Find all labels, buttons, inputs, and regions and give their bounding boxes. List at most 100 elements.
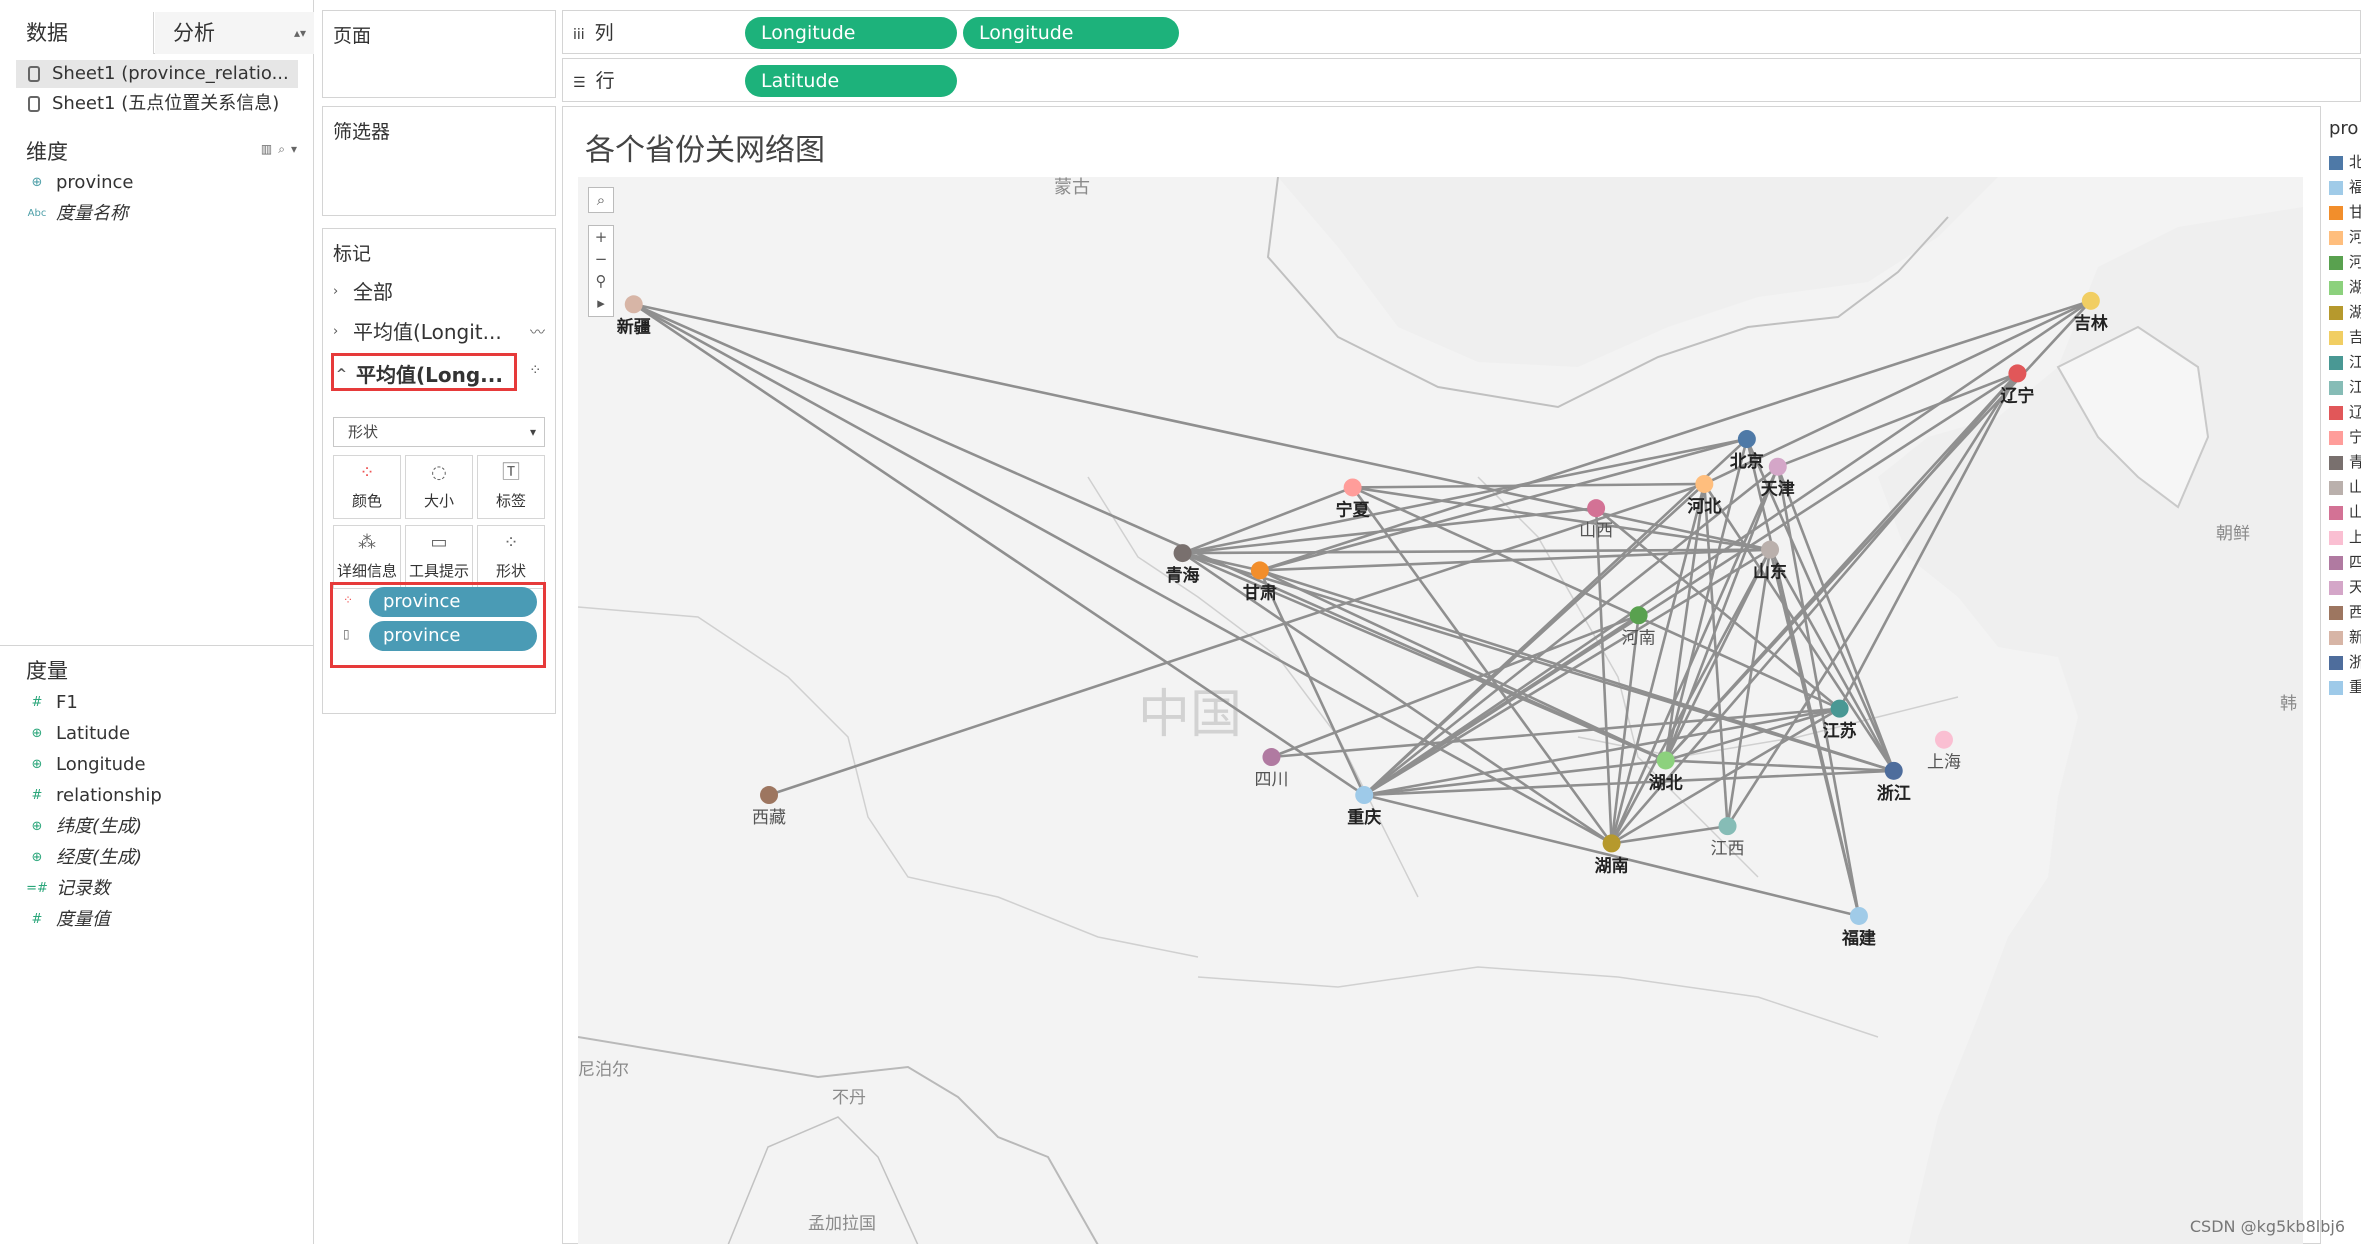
size-button[interactable]: ◌ 大小: [405, 455, 473, 519]
legend-item[interactable]: 重: [2329, 675, 2361, 700]
latitude-pill[interactable]: Latitude: [745, 65, 957, 97]
legend-item[interactable]: 河: [2329, 225, 2361, 250]
zoom-in-icon[interactable]: +: [589, 226, 613, 248]
province-node[interactable]: [1602, 834, 1621, 853]
legend-item[interactable]: 新: [2329, 625, 2361, 650]
legend-item[interactable]: 天: [2329, 575, 2361, 600]
pin-icon[interactable]: ⚲: [589, 270, 613, 292]
legend-item[interactable]: 宁: [2329, 425, 2361, 450]
legend-item[interactable]: 湖: [2329, 300, 2361, 325]
legend-item[interactable]: 北: [2329, 150, 2361, 175]
search-icon[interactable]: ⌕: [278, 142, 291, 156]
columns-shelf[interactable]: iii 列 Longitude Longitude: [562, 10, 2361, 54]
tab-data[interactable]: 数据: [0, 12, 154, 54]
province-color-pill[interactable]: province: [369, 587, 537, 617]
field-generated-longitude[interactable]: ⊕ 经度(生成): [26, 843, 143, 873]
field-province[interactable]: ⊕ province: [26, 168, 134, 198]
field-measure-values[interactable]: # 度量值: [26, 905, 110, 935]
province-node[interactable]: [2081, 291, 2100, 310]
marks-layer-row-active[interactable]: ^ 平均值(Long...: [331, 353, 517, 391]
marks-all-row[interactable]: › 全部: [331, 273, 547, 311]
longitude-pill[interactable]: Longitude: [745, 17, 957, 49]
shape-button[interactable]: ⁘ 形状: [477, 525, 545, 589]
marks-layer-row[interactable]: › 平均值(Longit... 〰: [331, 313, 547, 351]
legend-item[interactable]: 甘: [2329, 200, 2361, 225]
legend-item[interactable]: 山: [2329, 475, 2361, 500]
legend-item[interactable]: 西: [2329, 600, 2361, 625]
field-generated-latitude[interactable]: ⊕ 纬度(生成): [26, 812, 143, 842]
province-node[interactable]: [624, 295, 643, 314]
pages-card[interactable]: 页面: [322, 10, 556, 98]
basemap-label: 孟加拉国: [808, 1214, 876, 1234]
rows-shelf[interactable]: ☰ 行 Latitude: [562, 58, 2361, 102]
province-node[interactable]: [1761, 540, 1780, 559]
mark-type-select[interactable]: 形状 ▾: [333, 417, 545, 447]
legend-item[interactable]: 福: [2329, 175, 2361, 200]
province-node[interactable]: [1250, 561, 1269, 580]
legend-label: 湖: [2349, 278, 2361, 296]
province-node[interactable]: [1262, 748, 1281, 767]
chevron-down-icon[interactable]: ▾: [291, 142, 303, 156]
province-node[interactable]: [1629, 606, 1648, 625]
legend-item[interactable]: 江: [2329, 375, 2361, 400]
tooltip-button[interactable]: ▭ 工具提示: [405, 525, 473, 589]
dimensions-tools[interactable]: ▥⌕▾: [261, 142, 303, 157]
province-node[interactable]: [1768, 457, 1787, 476]
province-node[interactable]: [1355, 786, 1374, 805]
detail-button[interactable]: ⁂ 详细信息: [333, 525, 401, 589]
legend-label: 天: [2349, 578, 2361, 596]
province-node[interactable]: [1884, 761, 1903, 780]
province-node[interactable]: [1830, 699, 1849, 718]
mark-type-value: 形状: [348, 423, 379, 441]
label-button[interactable]: 🅃 标签: [477, 455, 545, 519]
legend-item[interactable]: 河: [2329, 250, 2361, 275]
legend-label: 四: [2349, 553, 2361, 571]
legend-item[interactable]: 湖: [2329, 275, 2361, 300]
field-relationship[interactable]: # relationship: [26, 781, 162, 811]
map-zoom-controls[interactable]: + − ⚲ ▸: [588, 225, 614, 317]
map-area[interactable]: 蒙古 中国 朝鲜 韩 尼泊尔 不丹 孟加拉国 新疆 吉林 辽宁 北京 河北 天津 甘肃 宁夏山…: [578, 177, 2303, 1244]
field-record-count[interactable]: =# 记录数: [26, 874, 110, 904]
datasource-label: Sheet1 (province_relatio...: [52, 63, 289, 84]
province-label: 吉林: [2074, 313, 2108, 334]
field-measure-names[interactable]: Abc 度量名称: [26, 199, 128, 229]
legend-item[interactable]: 四: [2329, 550, 2361, 575]
province-label-pill[interactable]: province: [369, 621, 537, 651]
zoom-out-icon[interactable]: −: [589, 248, 613, 270]
province-node[interactable]: [1656, 751, 1675, 770]
province-node[interactable]: [1343, 478, 1362, 497]
color-button[interactable]: ⁘ 颜色: [333, 455, 401, 519]
legend-item[interactable]: 山: [2329, 500, 2361, 525]
province-node[interactable]: [1934, 730, 1953, 749]
network-map-svg[interactable]: 蒙古 中国 朝鲜 韩 尼泊尔 不丹 孟加拉国 新疆 吉林辽宁北京河北 天津甘肃 宁夏山…: [578, 177, 2303, 1244]
tab-menu-icon[interactable]: ▴▾: [294, 12, 306, 54]
legend-item[interactable]: 吉: [2329, 325, 2361, 350]
province-node[interactable]: [1718, 817, 1737, 836]
legend-swatch: [2329, 505, 2343, 520]
province-node[interactable]: [1173, 544, 1192, 563]
legend-item[interactable]: 浙: [2329, 650, 2361, 675]
province-node[interactable]: [1587, 499, 1606, 518]
legend-item[interactable]: 江: [2329, 350, 2361, 375]
tab-analysis[interactable]: 分析 ▴▾: [155, 12, 314, 54]
legend-item[interactable]: 上: [2329, 525, 2361, 550]
field-f1[interactable]: # F1: [26, 688, 78, 718]
datasource-item[interactable]: Sheet1 (province_relatio...: [16, 60, 298, 88]
legend-item[interactable]: 青: [2329, 450, 2361, 475]
field-longitude[interactable]: ⊕ Longitude: [26, 750, 146, 780]
legend-item[interactable]: 辽: [2329, 400, 2361, 425]
province-node[interactable]: [1737, 430, 1756, 449]
province-node[interactable]: [1695, 474, 1714, 493]
longitude-pill[interactable]: Longitude: [963, 17, 1179, 49]
view-list-icon[interactable]: ▥: [261, 142, 278, 156]
province-node[interactable]: [2008, 364, 2027, 383]
province-node[interactable]: [1849, 906, 1868, 925]
datasource-item[interactable]: Sheet1 (五点位置关系信息): [16, 90, 298, 118]
play-icon[interactable]: ▸: [589, 292, 613, 314]
filters-card[interactable]: 筛选器: [322, 106, 556, 216]
province-label: 河南: [1622, 628, 1656, 648]
province-node[interactable]: [760, 786, 779, 805]
pill-label: Longitude: [979, 22, 1074, 44]
field-latitude[interactable]: ⊕ Latitude: [26, 719, 131, 749]
map-search-icon[interactable]: ⌕: [588, 187, 614, 213]
